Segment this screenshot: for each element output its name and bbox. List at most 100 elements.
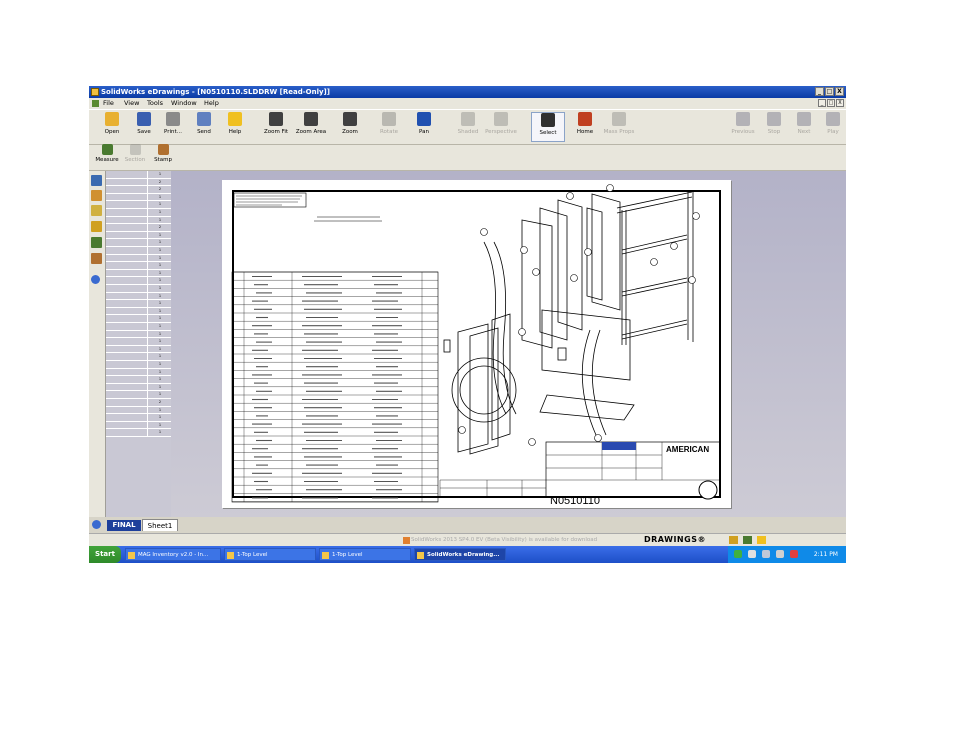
doc-close-button[interactable]: X [836,99,844,107]
expand-panel-icon[interactable] [91,275,100,284]
flag-icon[interactable] [748,550,756,558]
bom-panel-row[interactable]: 1 [106,383,171,392]
zoom-icon [343,112,357,126]
perspective-button[interactable]: Perspective [484,112,518,142]
update-icon[interactable] [403,537,410,544]
components-icon[interactable] [91,190,102,201]
pencil-icon[interactable] [91,221,102,232]
tab-final[interactable]: FINAL [107,520,141,531]
menu-file[interactable]: File [103,98,114,109]
bom-panel-row[interactable]: 1 [106,315,171,323]
bom-panel-row[interactable]: 1 [106,254,171,263]
play-button[interactable]: Play [816,112,850,142]
mass-props-button[interactable]: Mass Props [602,112,636,142]
send-button[interactable]: Send [187,112,221,142]
bom-panel-row[interactable]: 1 [106,368,171,377]
bom-panel-row[interactable]: 1 [106,307,171,316]
previous-button[interactable]: Previous [726,112,760,142]
zoom-fit-button[interactable]: Zoom Fit [259,112,293,142]
title-bar[interactable]: SolidWorks eDrawings - [N0510110.SLDDRW … [89,86,846,98]
bom-panel-row[interactable]: 1 [106,353,171,361]
network-icon[interactable] [734,550,742,558]
bom-panel-row[interactable]: 1 [106,323,171,331]
pan-button[interactable]: Pan [407,112,441,142]
stamp-button[interactable]: Stamp [149,144,177,174]
measure-icon[interactable] [91,237,102,248]
measure-status-icon[interactable] [743,536,752,544]
bom-panel-row[interactable]: 1 [106,209,171,217]
section-button[interactable]: Section [121,144,149,174]
bom-panel-row[interactable]: 1 [106,338,171,346]
measure-button[interactable]: Measure [93,144,121,174]
bom-panel-row[interactable]: 1 [106,361,171,369]
bom-panel-row[interactable]: 2 [106,186,171,194]
bom-panel-row[interactable]: 1 [106,285,171,293]
task-top-level-1[interactable]: 1-Top Level [224,548,316,561]
print-button[interactable]: Print... [156,112,190,142]
menu-view[interactable]: View [124,98,139,109]
menu-window[interactable]: Window [171,98,197,109]
bom-panel-row[interactable]: 1 [106,391,171,399]
bom-panel-row[interactable]: 2 [106,224,171,232]
tab-sheet1[interactable]: Sheet1 [142,519,178,531]
bom-panel-row[interactable]: 1 [106,300,171,308]
speaker-icon[interactable] [776,550,784,558]
bom-panel-row[interactable]: 1 [106,262,171,270]
open-button[interactable]: Open [95,112,129,142]
zoom-button[interactable]: Zoom [333,112,367,142]
bom-panel-row[interactable]: 1 [106,421,171,430]
menu-help[interactable]: Help [204,98,219,109]
bom-panel-row[interactable]: 2 [106,178,171,187]
bom-panel-row[interactable]: 2 [106,399,171,407]
bom-panel-row[interactable]: 1 [106,277,171,285]
bom-panel-row[interactable]: 1 [106,406,171,415]
menu-tools[interactable]: Tools [147,98,163,109]
bom-panel-row[interactable]: 1 [106,171,171,179]
bom-panel-row[interactable]: 1 [106,216,171,225]
close-button[interactable]: X [835,87,844,96]
document-icon[interactable] [92,100,99,107]
bom-qty: 1 [158,339,162,344]
doc-restore-button[interactable]: □ [827,99,835,107]
rotate-button[interactable]: Rotate [372,112,406,142]
edrawings-brand: DRAWINGS® [644,535,706,544]
bom-panel-row[interactable]: 1 [106,269,171,278]
task-mag-inventory[interactable]: MAG Inventory v2.0 - In... [125,548,221,561]
maximize-button[interactable]: □ [825,87,834,96]
bom-panel-row[interactable]: 1 [106,330,171,339]
status-message[interactable]: SolidWorks 2013 SP4.0 EV (Beta Visibilit… [411,534,597,546]
bom-panel-row[interactable]: 1 [106,292,171,301]
toolbar-label: Print... [164,129,182,135]
minimize-button[interactable]: _ [815,87,824,96]
monitor-icon[interactable] [762,550,770,558]
select-button[interactable]: Select [531,112,565,142]
zoom-area-button[interactable]: Zoom Area [294,112,328,142]
shaded-button[interactable]: Shaded [451,112,485,142]
start-button[interactable]: Start [89,546,121,563]
home-button[interactable]: Home [568,112,602,142]
bom-panel-row[interactable]: 1 [106,414,171,422]
markup-icon[interactable] [91,205,102,216]
security-icon[interactable] [790,550,798,558]
help-button[interactable]: Help [218,112,252,142]
bom-panel-row[interactable]: 1 [106,247,171,255]
bom-panel-row[interactable]: 1 [106,231,171,240]
sheet-tabs: FINAL Sheet1 [89,517,846,533]
drawing-sheet[interactable]: AMERICAN N0510110 [222,180,731,508]
bom-panel-row[interactable]: 1 [106,345,171,354]
bom-part-name [106,361,148,368]
bom-panel-row[interactable]: 1 [106,193,171,202]
warning-icon[interactable] [757,536,766,544]
stop-button[interactable]: Stop [757,112,791,142]
markup-pencil-icon[interactable] [729,536,738,544]
stamp-icon[interactable] [91,253,102,264]
task-top-level-2[interactable]: 1-Top Level [319,548,411,561]
bom-panel-row[interactable]: 1 [106,376,171,384]
bom-panel-row[interactable]: 1 [106,201,171,209]
tab-scroll-icon[interactable] [92,520,101,529]
doc-minimize-button[interactable]: _ [818,99,826,107]
task-solidworks-edrawings[interactable]: SolidWorks eDrawing... [414,548,506,561]
sheets-icon[interactable] [91,175,102,186]
bom-panel-row[interactable]: 1 [106,429,171,437]
bom-panel-row[interactable]: 1 [106,239,171,247]
